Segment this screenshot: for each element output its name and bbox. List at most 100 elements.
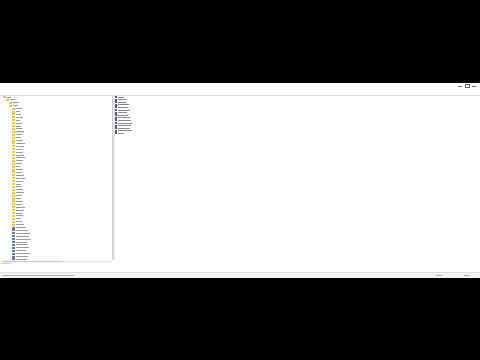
- tree-item[interactable]: [12, 217, 21, 220]
- tree-item-label: [16, 198, 21, 199]
- tree-item[interactable]: [12, 243, 28, 246]
- tree-item[interactable]: [12, 238, 31, 241]
- registry-editor-window: [0, 83, 480, 278]
- tree-item[interactable]: [12, 139, 23, 142]
- tree-item-label: [16, 238, 31, 240]
- tree-item[interactable]: [12, 235, 29, 238]
- value-name: [118, 127, 130, 129]
- folder-icon: [12, 220, 15, 223]
- tree-item-label: [16, 203, 22, 205]
- tree-item[interactable]: [3, 96, 11, 98]
- tree-item[interactable]: [12, 220, 22, 223]
- status-bar: [0, 272, 480, 278]
- tree-item-label: [16, 195, 22, 197]
- tree-item[interactable]: [12, 232, 30, 235]
- tree-item[interactable]: [12, 191, 24, 194]
- folder-icon: [12, 246, 15, 249]
- tree-item-label: [16, 137, 21, 139]
- tree-item-label: [16, 232, 30, 234]
- tree-item[interactable]: [12, 174, 24, 177]
- folder-icon: [12, 194, 15, 197]
- tree-item[interactable]: [12, 107, 22, 110]
- tree-item-label: [16, 221, 22, 223]
- value-list-pane[interactable]: [115, 95, 475, 260]
- tree-item[interactable]: [12, 145, 24, 148]
- tree-item[interactable]: [12, 119, 20, 122]
- scrollbar-thumb[interactable]: [3, 261, 63, 262]
- status-segment: [436, 275, 442, 276]
- tree-item[interactable]: [12, 229, 28, 232]
- tree-item-label: [16, 180, 23, 182]
- close-icon[interactable]: [472, 84, 476, 87]
- folder-icon: [12, 139, 15, 142]
- tree-item[interactable]: [12, 148, 22, 151]
- tree-item[interactable]: [12, 185, 22, 188]
- tree-item-label: [16, 116, 23, 118]
- tree-item[interactable]: [6, 98, 15, 101]
- tree-item[interactable]: [12, 127, 23, 130]
- tree-item[interactable]: [12, 116, 23, 119]
- value-name: [118, 112, 127, 114]
- tree-item[interactable]: [12, 226, 26, 229]
- tree-item[interactable]: [12, 125, 21, 127]
- tree-item[interactable]: [12, 130, 24, 133]
- tree-item[interactable]: [12, 180, 23, 183]
- folder-icon: [12, 151, 15, 154]
- tree-item[interactable]: [12, 203, 22, 206]
- tree-item-label: [16, 125, 21, 127]
- tree-item-label: [16, 212, 22, 214]
- tree-item[interactable]: [9, 104, 18, 107]
- tree-item-label: [16, 111, 20, 112]
- folder-icon: [12, 177, 15, 180]
- tree-item-label: [16, 244, 28, 246]
- tree-item[interactable]: [12, 177, 25, 180]
- tree-item[interactable]: [9, 101, 19, 104]
- tree-item[interactable]: [12, 136, 21, 139]
- tree-item[interactable]: [12, 159, 23, 162]
- folder-icon: [12, 133, 15, 136]
- minimize-icon[interactable]: [458, 84, 462, 87]
- tree-item[interactable]: [12, 171, 22, 174]
- tree-item[interactable]: [12, 246, 29, 249]
- tree-item[interactable]: [12, 212, 22, 214]
- tree-item[interactable]: [12, 110, 20, 113]
- tree-item-label: [16, 186, 22, 188]
- tree-item[interactable]: [12, 188, 23, 191]
- tree-item-label: [16, 122, 22, 124]
- folder-icon: [12, 255, 15, 258]
- tree-item[interactable]: [12, 200, 23, 203]
- tree-item[interactable]: [12, 156, 25, 159]
- tree-item[interactable]: [12, 122, 22, 125]
- tree-item-label: [16, 142, 25, 144]
- tree-item[interactable]: [12, 223, 24, 226]
- tree-item[interactable]: [12, 133, 22, 136]
- folder-icon: [12, 125, 15, 127]
- tree-item[interactable]: [12, 142, 25, 145]
- tree-item[interactable]: [12, 168, 23, 171]
- key-tree-pane[interactable]: [0, 95, 112, 260]
- folder-icon: [12, 136, 15, 139]
- folder-icon: [12, 206, 15, 209]
- tree-item-label: [16, 134, 22, 136]
- tree-item[interactable]: [12, 255, 28, 258]
- tree-item[interactable]: [12, 249, 26, 252]
- tree-item[interactable]: [12, 197, 21, 200]
- tree-item[interactable]: [12, 241, 27, 243]
- tree-item[interactable]: [12, 252, 30, 255]
- list-item[interactable]: [115, 132, 124, 135]
- tree-item[interactable]: [12, 214, 23, 217]
- tree-item[interactable]: [12, 206, 25, 209]
- value-name: [118, 99, 127, 101]
- tree-item[interactable]: [12, 209, 24, 212]
- tree-item[interactable]: [12, 183, 21, 185]
- tree-item[interactable]: [12, 113, 21, 116]
- tree-item-label: [16, 215, 23, 217]
- tree-item[interactable]: [12, 162, 22, 165]
- value-name: [118, 119, 131, 121]
- tree-item[interactable]: [12, 165, 21, 168]
- tree-item[interactable]: [12, 151, 23, 154]
- tree-item[interactable]: [12, 154, 24, 156]
- tree-item[interactable]: [12, 194, 22, 197]
- folder-icon: [12, 200, 15, 203]
- value-name: [118, 106, 128, 108]
